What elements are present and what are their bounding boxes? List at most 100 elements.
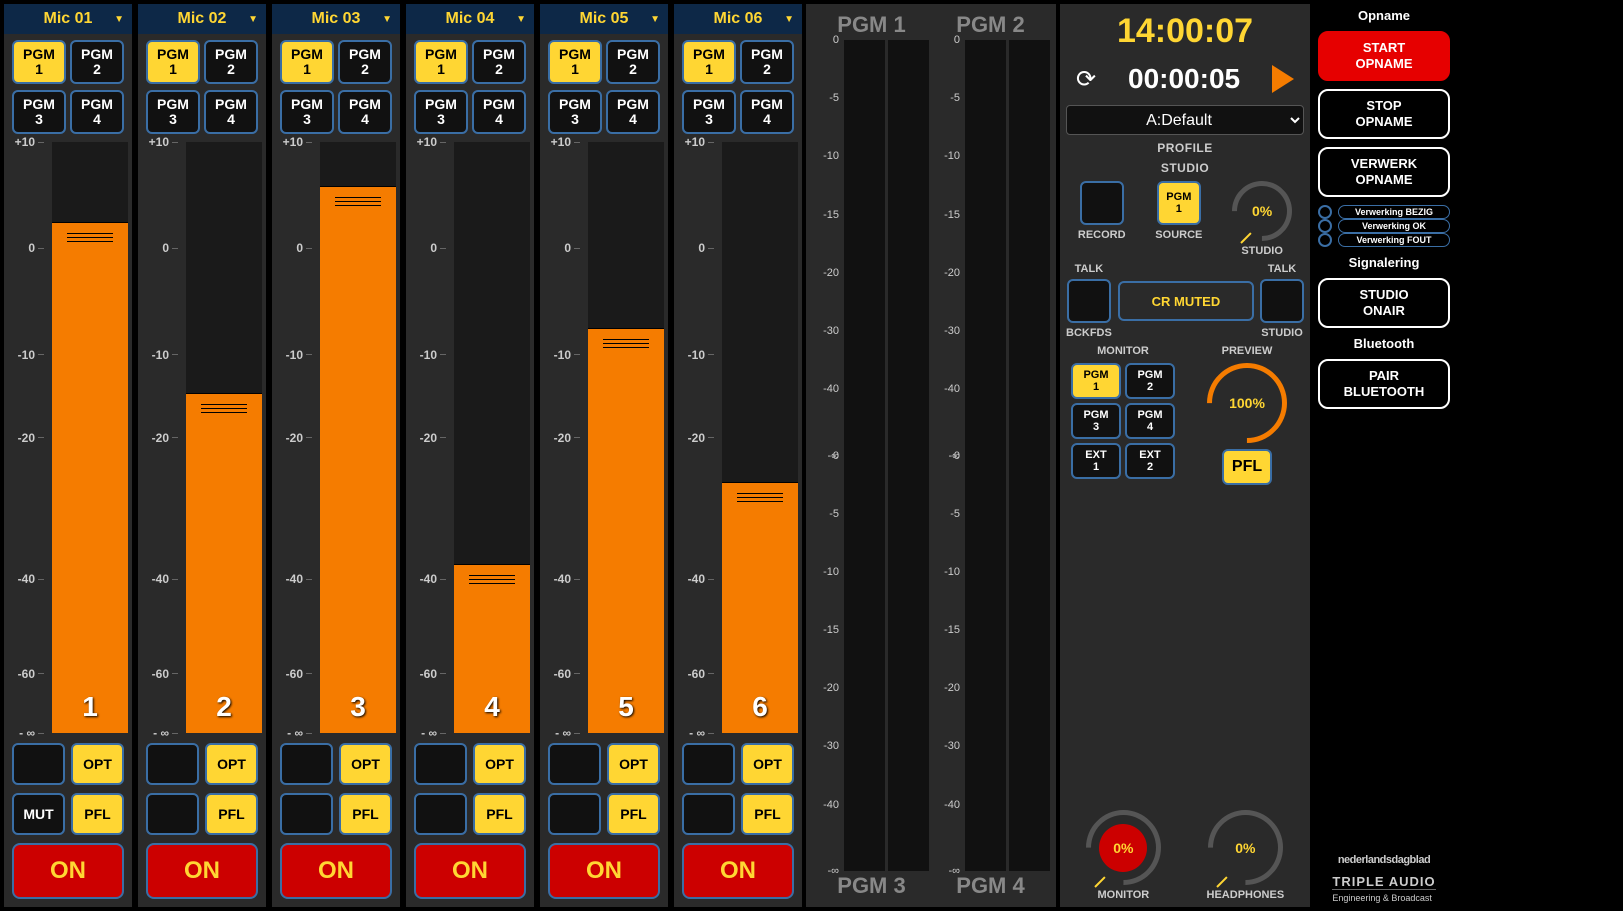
pgm2-button[interactable]: PGM2 [204,40,258,84]
opt-button[interactable]: OPT [205,743,258,785]
studio-onair-button[interactable]: STUDIO ONAIR [1318,278,1450,328]
scale-tick: - ∞ [276,726,316,740]
scale-tick: 0 [410,241,450,255]
pgm3-button[interactable]: PGM3 [146,90,200,134]
pfl-button[interactable]: PFL [71,793,124,835]
record-button[interactable] [1080,181,1124,225]
pgm2-button[interactable]: PGM2 [606,40,660,84]
pgm4-button[interactable]: PGM4 [606,90,660,134]
opt-button[interactable]: OPT [71,743,124,785]
opt-button[interactable]: OPT [473,743,526,785]
on-button[interactable]: ON [146,843,258,899]
channel-strip-6: Mic 06 ▼ PGM1 PGM2 PGM3 PGM4 +100-10-20-… [674,4,802,907]
fader-track[interactable]: 3 [320,142,396,733]
pgm1-button[interactable]: PGM1 [682,40,736,84]
scale-tick: -10 [142,348,182,362]
pgm3-button[interactable]: PGM3 [682,90,736,134]
source-pgm1-button[interactable]: PGM 1 [1157,181,1201,225]
monitor-src-button-4[interactable]: EXT1 [1071,443,1121,479]
monitor-src-button-0[interactable]: PGM1 [1071,363,1121,399]
monitor-src-button-2[interactable]: PGM3 [1071,403,1121,439]
profile-select[interactable]: A:Default [1066,105,1304,135]
preview-knob[interactable]: 100% [1207,363,1287,443]
pgm4-button[interactable]: PGM4 [204,90,258,134]
fader-cap[interactable] [320,186,396,216]
fader-track[interactable]: 6 [722,142,798,733]
fader-cap[interactable] [722,482,798,512]
pgm2-button[interactable]: PGM2 [740,40,794,84]
scale-tick: -10 [678,348,718,362]
channel-select[interactable]: Mic 06 ▼ [674,4,802,34]
channel-strip-2: Mic 02 ▼ PGM1 PGM2 PGM3 PGM4 +100-10-20-… [138,4,266,907]
start-opname-button[interactable]: START OPNAME [1318,31,1450,81]
stop-opname-button[interactable]: STOP OPNAME [1318,89,1450,139]
meter-group: 0-5-10-15-20-30-40-∞ [812,456,929,872]
channel-select[interactable]: Mic 02 ▼ [138,4,266,34]
status-row-0: Verwerking BEZIG [1318,205,1450,219]
monitor-src-button-5[interactable]: EXT2 [1125,443,1175,479]
on-button[interactable]: ON [280,843,392,899]
pgm1-button[interactable]: PGM1 [12,40,66,84]
pfl-button[interactable]: PFL [741,793,794,835]
monitor-knob[interactable]: 0% [1086,810,1161,885]
pgm4-button[interactable]: PGM4 [338,90,392,134]
pgm2-button[interactable]: PGM2 [70,40,124,84]
pgm2-button[interactable]: PGM2 [338,40,392,84]
fader-cap[interactable] [588,328,664,358]
talk-bckfds-button[interactable] [1067,279,1111,323]
reload-icon[interactable]: ⟳ [1076,65,1096,94]
fader-cap[interactable] [186,393,262,423]
opt-button[interactable]: OPT [741,743,794,785]
channel-select[interactable]: Mic 01 ▼ [4,4,132,34]
monitor-src-button-3[interactable]: PGM4 [1125,403,1175,439]
channel-select[interactable]: Mic 05 ▼ [540,4,668,34]
pgm1-button[interactable]: PGM1 [414,40,468,84]
on-button[interactable]: ON [548,843,660,899]
fader-track[interactable]: 2 [186,142,262,733]
on-button[interactable]: ON [682,843,794,899]
pfl-button[interactable]: PFL [607,793,660,835]
pair-bluetooth-button[interactable]: PAIR BLUETOOTH [1318,359,1450,409]
empty-slot [548,743,601,785]
sidebar-panel: Opname START OPNAME STOP OPNAME VERWERK … [1314,4,1454,907]
on-button[interactable]: ON [414,843,526,899]
pgm1-button[interactable]: PGM1 [548,40,602,84]
pgm3-button[interactable]: PGM3 [548,90,602,134]
fader-track[interactable]: 4 [454,142,530,733]
pgm4-button[interactable]: PGM4 [740,90,794,134]
scale-tick: -40 [142,572,182,586]
pgm3-button[interactable]: PGM3 [414,90,468,134]
studio-knob[interactable]: 0% [1232,181,1292,241]
scale-tick: -60 [410,667,450,681]
play-icon[interactable] [1272,65,1294,93]
channel-select[interactable]: Mic 04 ▼ [406,4,534,34]
channel-select[interactable]: Mic 03 ▼ [272,4,400,34]
pgm4-button[interactable]: PGM4 [472,90,526,134]
fader-cap[interactable] [454,564,530,594]
pgm2-button[interactable]: PGM2 [472,40,526,84]
pgm1-button[interactable]: PGM1 [280,40,334,84]
fader-track[interactable]: 1 [52,142,128,733]
pfl-button[interactable]: PFL [473,793,526,835]
talk-studio-button[interactable] [1260,279,1304,323]
pgm4-button[interactable]: PGM4 [70,90,124,134]
pgm3-button[interactable]: PGM3 [12,90,66,134]
on-button[interactable]: ON [12,843,124,899]
mute-button[interactable]: MUT [12,793,65,835]
fader-track[interactable]: 5 [588,142,664,733]
pfl-button[interactable]: PFL [339,793,392,835]
opt-button[interactable]: OPT [339,743,392,785]
monitor-src-button-1[interactable]: PGM2 [1125,363,1175,399]
verwerk-opname-button[interactable]: VERWERK OPNAME [1318,147,1450,197]
pgm1-button[interactable]: PGM1 [146,40,200,84]
pfl-button[interactable]: PFL [205,793,258,835]
scale-tick: -40 [276,572,316,586]
pfl-monitor-button[interactable]: PFL [1222,449,1272,485]
pgm3-button[interactable]: PGM3 [280,90,334,134]
scale-tick: - ∞ [544,726,584,740]
channel-strip-1: Mic 01 ▼ PGM1 PGM2 PGM3 PGM4 +100-10-20-… [4,4,132,907]
record-label: RECORD [1078,229,1126,241]
opt-button[interactable]: OPT [607,743,660,785]
fader-cap[interactable] [52,222,128,252]
headphones-knob[interactable]: 0% [1208,810,1283,885]
